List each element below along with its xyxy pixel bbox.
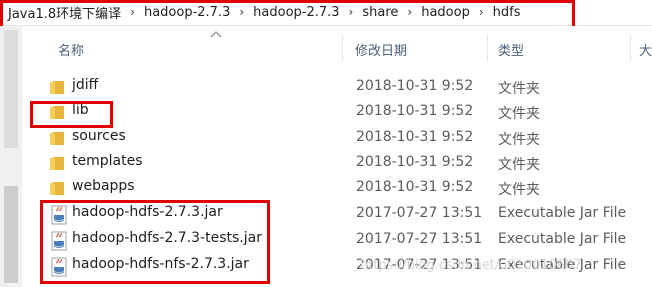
chevron-right-icon[interactable]: › bbox=[403, 5, 416, 19]
watermark: https://blog.csdn.net/u010010607 bbox=[360, 258, 582, 273]
folder-icon bbox=[50, 106, 64, 119]
breadcrumb-item[interactable]: hadoop-2.7.3 bbox=[139, 5, 235, 20]
breadcrumb-item[interactable]: hdfs bbox=[488, 5, 526, 20]
list-item[interactable]: hadoop-hdfs-2.7.3.jar 2017-07-27 13:51 E… bbox=[22, 202, 652, 227]
file-name: hadoop-hdfs-2.7.3.jar bbox=[72, 204, 223, 220]
file-date: 2018-10-31 9:52 bbox=[356, 179, 474, 195]
file-name: lib bbox=[72, 102, 89, 118]
file-date: 2018-10-31 9:52 bbox=[356, 78, 474, 94]
navigation-pane-scrollbar[interactable] bbox=[0, 26, 22, 287]
list-item[interactable]: lib 2018-10-31 9:52 文件夹 bbox=[22, 100, 652, 125]
address-bar[interactable]: Java1.8环境下编译 › hadoop-2.7.3 › hadoop-2.7… bbox=[0, 0, 652, 26]
folder-icon bbox=[50, 182, 64, 195]
file-type: 文件夹 bbox=[498, 106, 540, 122]
breadcrumb-item[interactable]: hadoop-2.7.3 bbox=[248, 5, 344, 20]
file-name: hadoop-hdfs-nfs-2.7.3.jar bbox=[72, 256, 249, 272]
column-name-header[interactable]: 名称 bbox=[58, 40, 84, 59]
file-type: 文件夹 bbox=[498, 157, 540, 173]
scrollbar-track bbox=[4, 30, 18, 148]
list-item[interactable]: jdiff 2018-10-31 9:52 文件夹 bbox=[22, 75, 652, 100]
scrollbar-thumb[interactable] bbox=[4, 186, 18, 283]
file-name: templates bbox=[72, 153, 143, 169]
chevron-right-icon[interactable]: › bbox=[126, 5, 139, 19]
breadcrumb-item[interactable]: share bbox=[357, 5, 403, 20]
list-item[interactable]: webapps 2018-10-31 9:52 文件夹 bbox=[22, 176, 652, 201]
file-name: jdiff bbox=[72, 77, 99, 93]
file-name: sources bbox=[72, 128, 126, 144]
sort-ascending-icon bbox=[210, 31, 222, 38]
file-date: 2017-07-27 13:51 bbox=[356, 231, 483, 247]
file-date: 2018-10-31 9:52 bbox=[356, 154, 474, 170]
file-date: 2018-10-31 9:52 bbox=[356, 103, 474, 119]
file-type: 文件夹 bbox=[498, 182, 540, 198]
column-divider[interactable] bbox=[487, 34, 488, 62]
chevron-right-icon[interactable]: › bbox=[235, 5, 248, 19]
file-type: 文件夹 bbox=[498, 132, 540, 148]
breadcrumb-item[interactable]: hadoop bbox=[416, 5, 475, 20]
column-size-header[interactable]: 大 bbox=[639, 40, 652, 59]
file-name: hadoop-hdfs-2.7.3-tests.jar bbox=[72, 230, 262, 246]
file-date: 2017-07-27 13:51 bbox=[356, 205, 483, 221]
chevron-right-icon[interactable]: › bbox=[475, 5, 488, 19]
breadcrumb: Java1.8环境下编译 › hadoop-2.7.3 › hadoop-2.7… bbox=[3, 1, 526, 23]
jar-icon bbox=[51, 257, 67, 277]
folder-icon bbox=[50, 157, 64, 170]
breadcrumb-item[interactable]: Java1.8环境下编译 bbox=[3, 3, 126, 22]
file-name: webapps bbox=[72, 178, 135, 194]
file-type: Executable Jar File bbox=[498, 231, 627, 247]
folder-icon bbox=[50, 81, 64, 94]
jar-icon bbox=[51, 231, 67, 251]
jar-icon bbox=[51, 205, 67, 225]
column-type-header[interactable]: 类型 bbox=[498, 40, 524, 59]
file-date: 2018-10-31 9:52 bbox=[356, 129, 474, 145]
column-header: 名称 修改日期 类型 大 bbox=[22, 26, 652, 70]
list-item[interactable]: templates 2018-10-31 9:52 文件夹 bbox=[22, 151, 652, 176]
file-type: Executable Jar File bbox=[498, 205, 627, 221]
column-divider[interactable] bbox=[630, 34, 631, 62]
file-type: 文件夹 bbox=[498, 81, 540, 97]
list-item[interactable]: hadoop-hdfs-2.7.3-tests.jar 2017-07-27 1… bbox=[22, 228, 652, 253]
column-date-header[interactable]: 修改日期 bbox=[355, 40, 407, 59]
folder-icon bbox=[50, 132, 64, 145]
column-divider[interactable] bbox=[342, 34, 343, 62]
chevron-right-icon[interactable]: › bbox=[345, 5, 358, 19]
list-item[interactable]: sources 2018-10-31 9:52 文件夹 bbox=[22, 126, 652, 151]
